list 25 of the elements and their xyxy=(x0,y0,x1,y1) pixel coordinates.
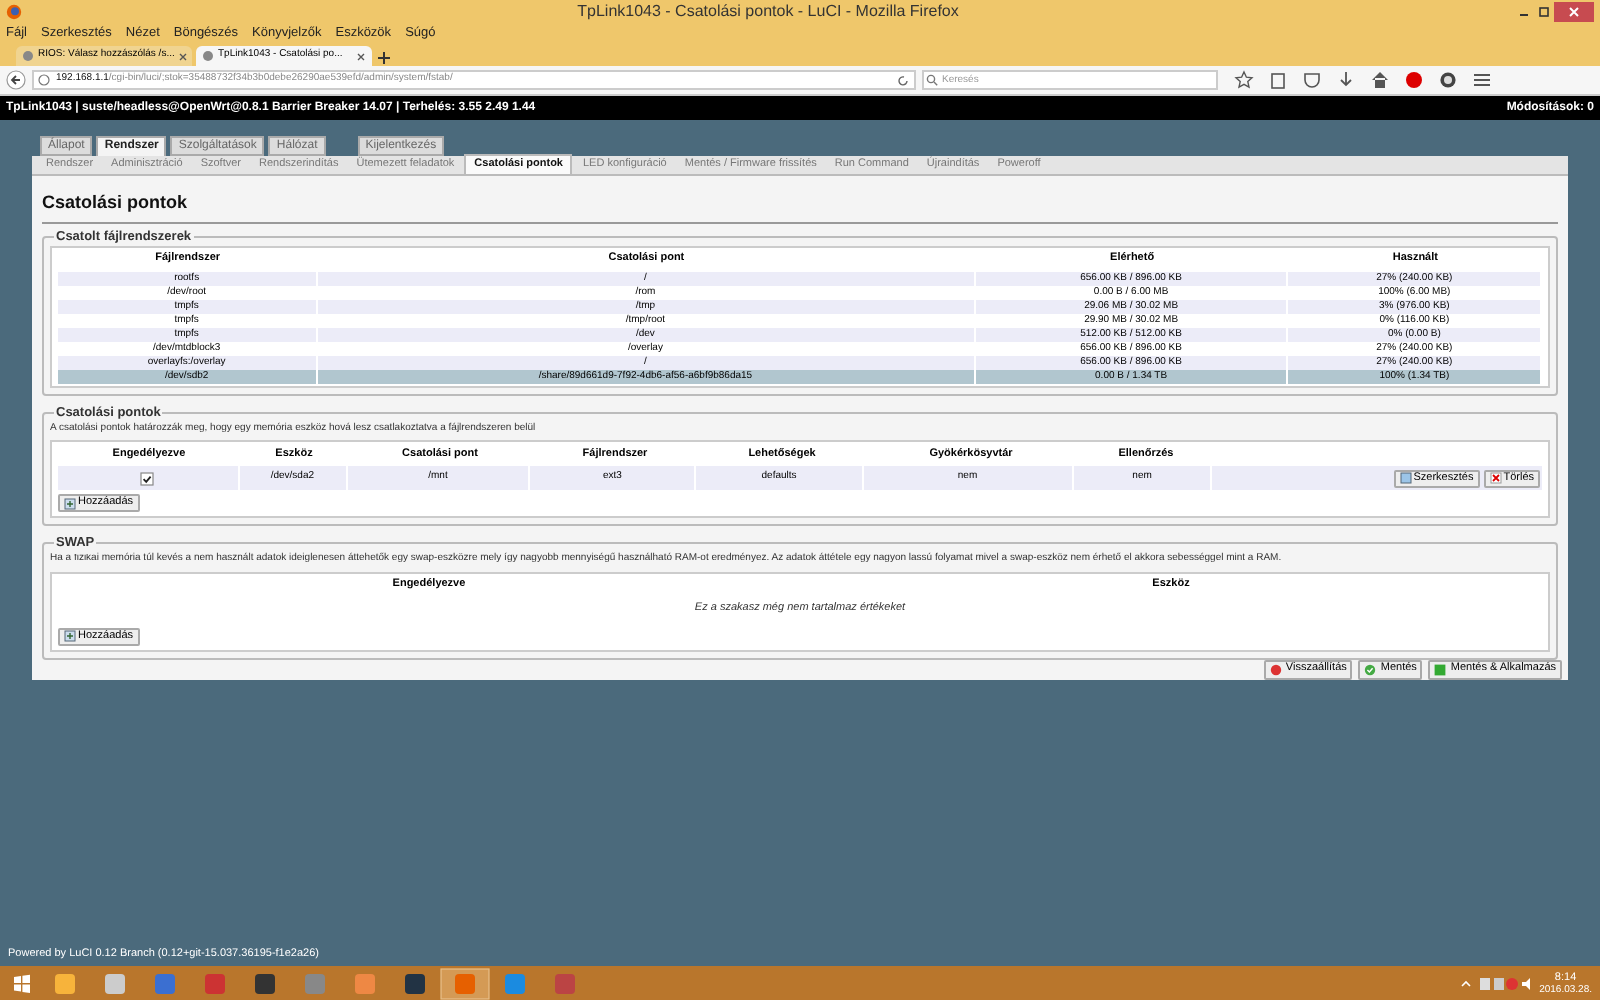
back-icon[interactable] xyxy=(6,70,26,90)
home-icon[interactable] xyxy=(1370,70,1390,90)
delete-icon xyxy=(1489,472,1502,484)
apply-icon xyxy=(1434,663,1447,675)
star-icon[interactable] xyxy=(1234,70,1254,90)
page-title: Csatolási pontok xyxy=(42,190,1558,223)
close-icon[interactable] xyxy=(356,51,366,61)
new-tab-icon[interactable] xyxy=(376,50,392,66)
checkbox[interactable] xyxy=(140,471,155,485)
close-icon[interactable] xyxy=(1554,2,1594,22)
window-title: TpLink1043 - Csatolási pontok - LuCI - Mozilla Firefox xyxy=(575,0,961,24)
search-icon xyxy=(926,74,938,86)
save-icon xyxy=(1364,663,1377,675)
reset-icon xyxy=(1269,663,1282,675)
tray-icons-drawing[interactable] xyxy=(1477,975,1534,991)
firefox-icon xyxy=(6,4,22,20)
restore-icon[interactable] xyxy=(1534,4,1554,20)
add-icon xyxy=(64,497,76,509)
add-icon xyxy=(64,630,76,642)
chevron-up-icon[interactable] xyxy=(1459,977,1472,989)
edit-icon xyxy=(1399,472,1412,484)
reload-icon[interactable] xyxy=(896,73,910,87)
close-icon[interactable] xyxy=(178,51,189,61)
menu-icon[interactable] xyxy=(1472,70,1492,90)
download-icon[interactable] xyxy=(1336,70,1356,90)
